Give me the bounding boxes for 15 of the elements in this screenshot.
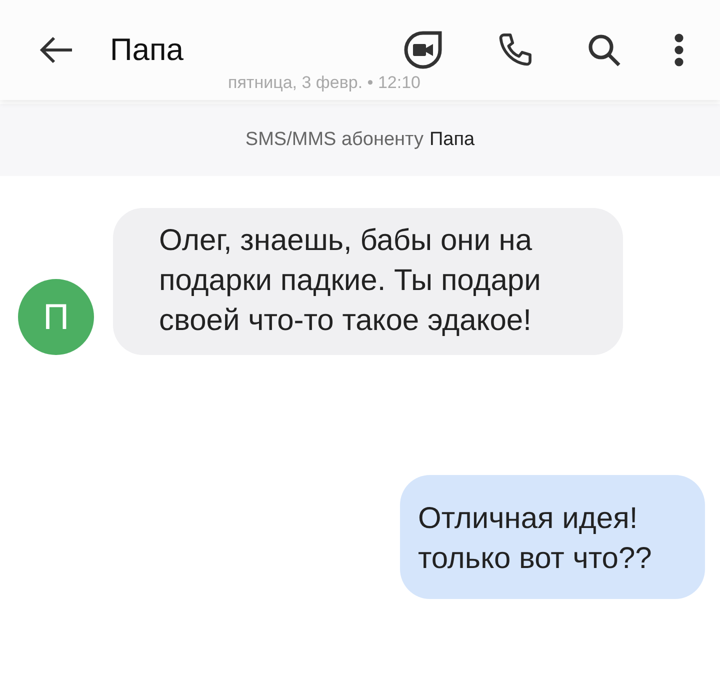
back-arrow-icon [38, 35, 74, 65]
banner-contact-name: Папа [429, 129, 475, 151]
back-button[interactable] [38, 35, 74, 65]
banner-text: SMS/MMS абоненту [245, 129, 424, 151]
video-call-icon [402, 29, 444, 71]
contact-title: Папа [110, 32, 184, 68]
incoming-message: Олег, знаешь, бабы они на подарки падкие. Ты подари своей что-то такое эдакое! [113, 208, 623, 355]
outgoing-message: Отличная идея! только вот что?? [400, 475, 705, 599]
contact-avatar: П [18, 279, 94, 355]
more-icon [674, 33, 684, 67]
search-button[interactable] [586, 32, 622, 68]
timestamp: пятница, 3 февр. • 12:10 [228, 73, 420, 93]
more-button[interactable] [674, 33, 684, 67]
video-call-button[interactable] [402, 29, 444, 71]
search-icon [586, 32, 622, 68]
